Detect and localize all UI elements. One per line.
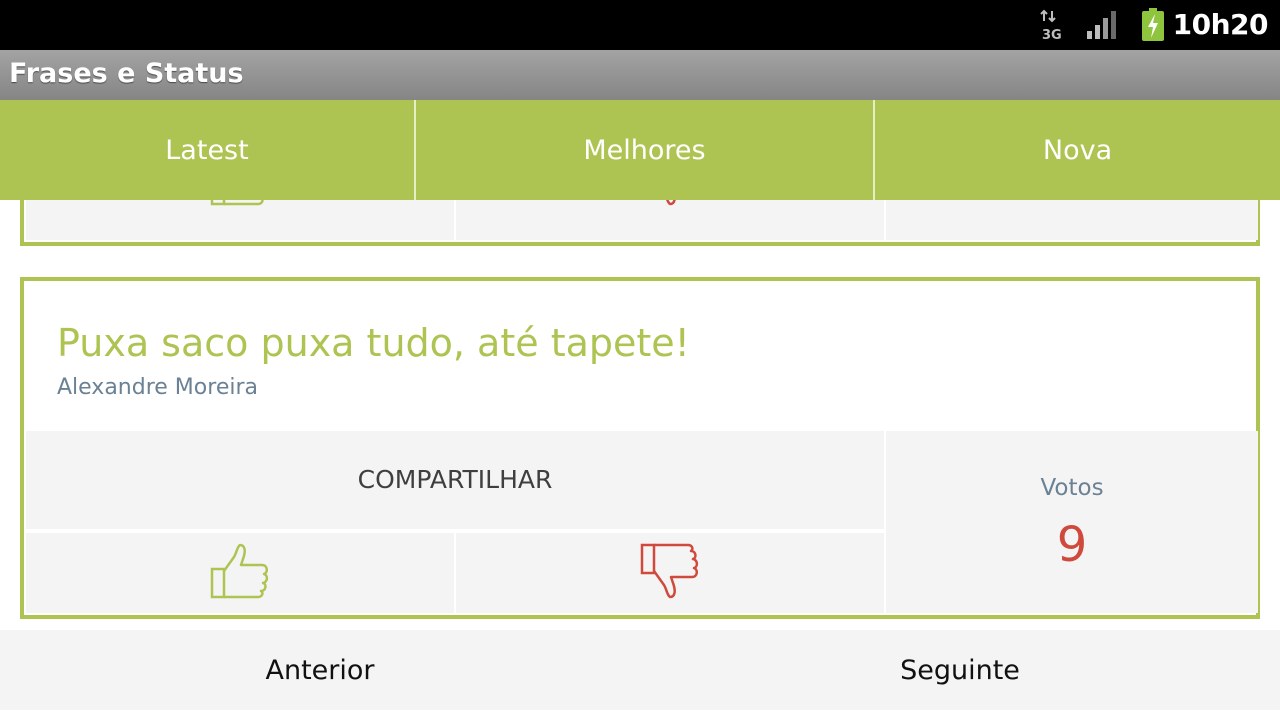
share-button[interactable]: COMPARTILHAR xyxy=(26,431,884,529)
votes-label: Votos xyxy=(1040,475,1104,501)
phrase-card: Puxa saco puxa tudo, até tapete! Alexand… xyxy=(20,277,1260,619)
phrase-author: Alexandre Moreira xyxy=(57,375,258,400)
like-button[interactable] xyxy=(26,533,454,613)
thumbs-up-icon xyxy=(210,543,269,599)
status-bar: 3G 10h20 xyxy=(0,0,1280,50)
phrase-list[interactable]: Puxa saco puxa tudo, até tapete! Alexand… xyxy=(0,200,1280,630)
thumbs-down-icon xyxy=(640,543,699,599)
votes-panel: Votos 9 xyxy=(886,431,1258,613)
clock-time: 10h20 xyxy=(1172,8,1269,41)
next-button[interactable]: Seguinte xyxy=(640,630,1280,710)
phrase-card-actions: COMPARTILHAR Votos 9 xyxy=(26,431,1258,613)
phrase-card-previous xyxy=(20,200,1260,246)
like-button[interactable] xyxy=(26,200,454,240)
battery-charging-icon xyxy=(1142,8,1164,41)
tab-melhores[interactable]: Melhores xyxy=(416,100,875,200)
app-title-bar: Frases e Status xyxy=(0,50,1280,100)
previous-button[interactable]: Anterior xyxy=(0,630,640,710)
svg-text:3G: 3G xyxy=(1042,28,1062,41)
dislike-button[interactable] xyxy=(456,200,884,240)
dislike-button[interactable] xyxy=(456,533,884,613)
tab-bar: Latest Melhores Nova xyxy=(0,100,1280,200)
app-title: Frases e Status xyxy=(9,58,244,89)
signal-strength-icon xyxy=(1087,11,1116,39)
phrase-text: Puxa saco puxa tudo, até tapete! xyxy=(57,321,690,365)
votes-count: 9 xyxy=(1056,517,1088,573)
thumbs-down-icon xyxy=(665,200,676,206)
votes-panel xyxy=(886,200,1258,240)
previous-card-actions xyxy=(26,200,1258,240)
3g-data-icon: 3G xyxy=(1040,9,1062,41)
tab-latest[interactable]: Latest xyxy=(0,100,416,200)
tab-nova[interactable]: Nova xyxy=(875,100,1280,200)
bottom-navigation: Anterior Seguinte xyxy=(0,630,1280,710)
thumbs-up-icon xyxy=(210,200,264,206)
bottom-spacer xyxy=(0,710,1280,720)
